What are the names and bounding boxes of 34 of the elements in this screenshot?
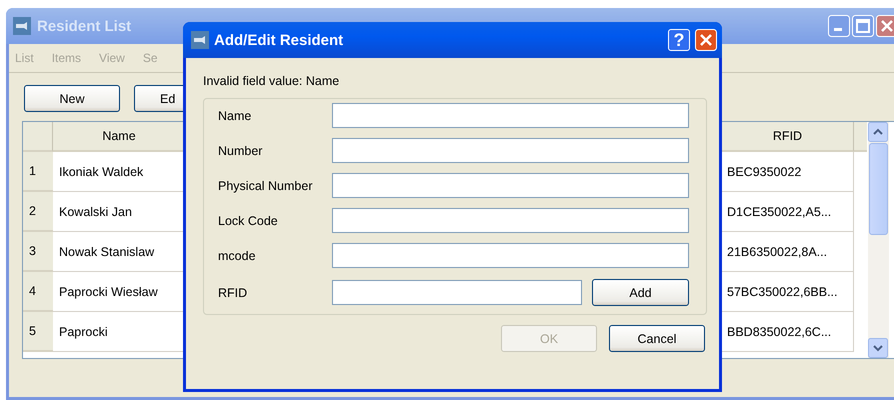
field-label: Physical Number [218, 178, 314, 192]
input-field[interactable] [332, 243, 689, 268]
header-corner [23, 122, 53, 152]
app-icon [191, 31, 209, 49]
dialog-title: Add/Edit Resident [214, 32, 344, 48]
row-number: 3 [23, 232, 53, 272]
input-field[interactable] [332, 280, 582, 305]
toolbar-button[interactable]: New [24, 85, 120, 112]
error-message: Invalid field value: Name [203, 74, 340, 88]
close-icon[interactable] [695, 29, 717, 51]
field-label: Lock Code [218, 214, 279, 228]
input-field[interactable] [332, 103, 689, 128]
input-field[interactable] [332, 208, 689, 233]
row-number: 5 [23, 312, 53, 352]
input-field[interactable] [332, 138, 689, 163]
scroll-down-icon[interactable] [868, 338, 888, 358]
scroll-up-icon[interactable] [868, 122, 888, 142]
column-header[interactable]: Name [53, 122, 186, 152]
scrollbar[interactable] [868, 122, 889, 358]
column-header [854, 122, 867, 152]
scroll-thumb[interactable] [869, 143, 888, 235]
row-number: 2 [23, 192, 53, 232]
help-button[interactable]: ? [668, 29, 690, 51]
row-number: 4 [23, 272, 53, 312]
field-label: mcode [218, 248, 257, 262]
add-button[interactable]: Add [592, 279, 689, 306]
field-label: Number [218, 144, 264, 158]
row-number: 1 [23, 152, 53, 192]
dialog-button[interactable]: Cancel [609, 325, 705, 352]
column-header[interactable]: RFID [722, 122, 854, 152]
window-title: Resident List [37, 18, 132, 34]
field-label: RFID [218, 286, 248, 300]
app-icon [13, 17, 31, 35]
input-field[interactable] [332, 173, 689, 198]
